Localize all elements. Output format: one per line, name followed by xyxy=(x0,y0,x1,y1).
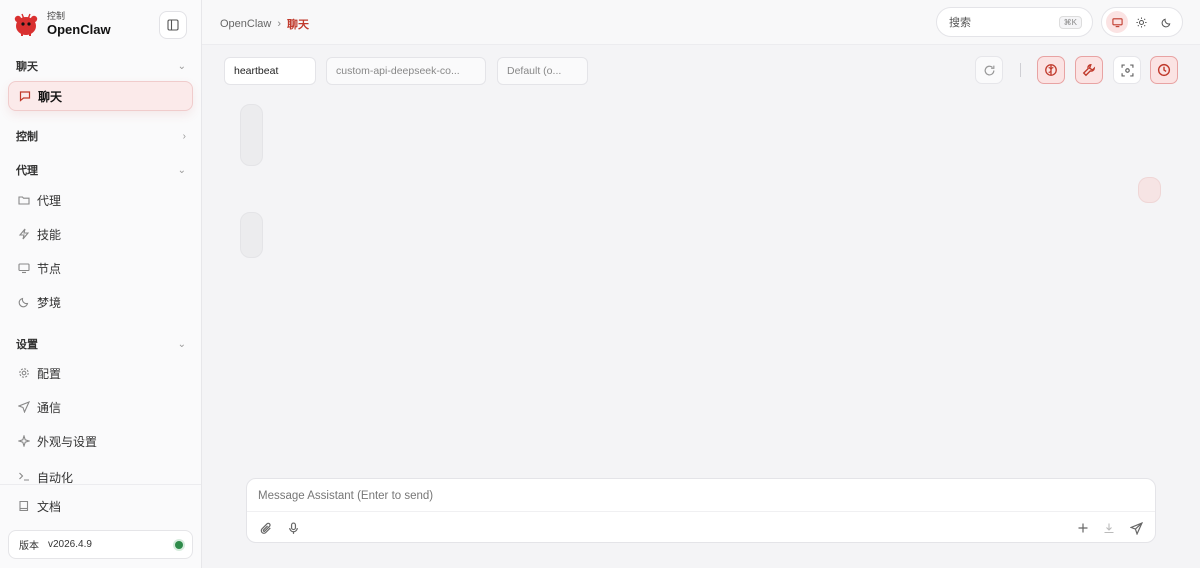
brand-subtitle: 控制 xyxy=(47,11,66,21)
focus-frame-icon xyxy=(1120,63,1134,77)
search-input[interactable]: 搜索 ⌘K xyxy=(936,7,1093,37)
plus-icon[interactable] xyxy=(1076,521,1090,535)
tools-toggle-button[interactable] xyxy=(1075,56,1103,84)
sidebar-item-config[interactable]: 配置 xyxy=(8,358,193,388)
send-icon[interactable] xyxy=(1129,521,1143,535)
wrench-icon xyxy=(1082,63,1096,77)
message-skeleton xyxy=(240,212,263,258)
sidebar-item-label: 节点 xyxy=(37,261,62,276)
focus-mode-button[interactable] xyxy=(1113,56,1141,84)
refresh-icon xyxy=(984,65,994,75)
terminal-icon xyxy=(17,469,30,482)
sidebar-item-docs[interactable]: 文档 xyxy=(8,491,193,521)
search-shortcut: ⌘K xyxy=(1058,16,1082,29)
section-label: 设置 xyxy=(16,339,38,351)
sidebar-item-label: 自动化 xyxy=(37,471,74,484)
sidebar-item-comms[interactable]: 通信 xyxy=(8,392,193,422)
sidebar-item-agents[interactable]: 代理 xyxy=(8,185,193,215)
openclaw-logo-icon xyxy=(14,13,38,36)
thinking-toggle-button[interactable] xyxy=(1037,56,1065,84)
session-select[interactable]: heartbeat xyxy=(224,57,316,85)
sidebar-toggle-icon xyxy=(167,19,179,31)
sidebar-item-label: 文档 xyxy=(37,499,62,514)
history-button[interactable] xyxy=(1150,56,1178,84)
sidebar-item-label: 聊天 xyxy=(38,89,63,104)
version-value: v2026.4.9 xyxy=(48,539,92,550)
section-chat[interactable]: 聊天 ⌄ xyxy=(16,58,186,74)
clock-icon xyxy=(1157,63,1171,77)
model-select[interactable]: custom-api-deepseek-co... xyxy=(326,57,486,85)
breadcrumb-separator: › xyxy=(277,18,282,30)
message-input[interactable]: Message Assistant (Enter to send) xyxy=(258,490,433,502)
message-skeleton xyxy=(240,104,263,166)
version-label: 版本 xyxy=(19,541,39,552)
sidebar-divider xyxy=(0,484,201,485)
section-label: 控制 xyxy=(16,131,38,143)
breadcrumb-root[interactable]: OpenClaw xyxy=(220,18,271,30)
chevron-down-icon: ⌄ xyxy=(177,60,186,72)
message-composer: Message Assistant (Enter to send) xyxy=(246,478,1156,543)
section-settings[interactable]: 设置 ⌄ xyxy=(16,336,186,352)
search-placeholder: 搜索 xyxy=(949,17,971,29)
chat-bubble-icon xyxy=(18,90,31,103)
sidebar-item-label: 通信 xyxy=(37,400,62,415)
theme-dark-button[interactable] xyxy=(1156,11,1178,33)
lightning-icon xyxy=(17,228,30,241)
brain-icon xyxy=(1045,64,1057,76)
theme-switcher xyxy=(1101,7,1183,37)
sidebar-item-skills[interactable]: 技能 xyxy=(8,219,193,249)
breadcrumb: OpenClaw › 聊天 xyxy=(220,16,309,32)
status-dot xyxy=(175,541,183,549)
chevron-down-icon: ⌄ xyxy=(177,338,186,350)
theme-system-button[interactable] xyxy=(1106,11,1129,33)
chevron-right-icon: › xyxy=(182,130,186,142)
chevron-down-icon: ⌄ xyxy=(177,164,186,176)
section-label: 聊天 xyxy=(16,61,38,73)
sun-icon xyxy=(1136,16,1148,28)
sidebar-item-dreams[interactable]: 梦境 xyxy=(8,287,193,317)
sparkle-icon xyxy=(17,435,30,448)
sidebar-item-label: 配置 xyxy=(37,366,62,381)
section-label: 代理 xyxy=(16,165,38,177)
version-badge: 版本 v2026.4.9 xyxy=(8,530,193,559)
sidebar-item-automation[interactable]: 自动化 xyxy=(8,460,193,484)
sidebar-item-label: 外观与设置 xyxy=(37,434,98,449)
breadcrumb-current: 聊天 xyxy=(287,19,310,31)
monitor-icon xyxy=(17,262,30,275)
collapse-sidebar-button[interactable] xyxy=(159,11,187,39)
theme-light-button[interactable] xyxy=(1131,11,1153,33)
sidebar-item-nodes[interactable]: 节点 xyxy=(8,253,193,283)
brand: 控制 OpenClaw xyxy=(12,10,111,38)
toolbar-divider xyxy=(1020,63,1021,77)
sidebar: 控制 OpenClaw 聊天 ⌄ 聊天 控制 › 代理 ⌄ 代理 技能 节点 梦… xyxy=(0,0,202,568)
message-skeleton xyxy=(1138,177,1161,203)
thinking-select[interactable]: Default (o... xyxy=(497,57,588,85)
send-icon xyxy=(17,401,30,414)
book-icon xyxy=(17,500,30,513)
sidebar-item-chat[interactable]: 聊天 xyxy=(8,81,193,111)
section-agents[interactable]: 代理 ⌄ xyxy=(16,162,186,178)
top-header: OpenClaw › 聊天 搜索 ⌘K xyxy=(202,0,1200,45)
section-control[interactable]: 控制 › xyxy=(16,128,186,144)
paperclip-icon[interactable] xyxy=(259,521,273,535)
download-icon[interactable] xyxy=(1102,521,1116,535)
sidebar-item-label: 梦境 xyxy=(37,295,62,310)
sidebar-item-label: 代理 xyxy=(37,193,62,208)
sidebar-item-appearance[interactable]: 外观与设置 xyxy=(8,426,193,456)
moon-icon xyxy=(1161,18,1171,27)
moon-icon xyxy=(17,296,30,309)
sidebar-item-label: 技能 xyxy=(37,227,62,242)
gear-icon xyxy=(17,367,30,380)
brand-name: OpenClaw xyxy=(47,22,111,37)
monitor-icon xyxy=(1112,17,1123,27)
refresh-button[interactable] xyxy=(975,56,1003,84)
microphone-icon[interactable] xyxy=(286,521,300,535)
composer-divider xyxy=(247,511,1155,512)
folder-icon xyxy=(17,194,30,207)
